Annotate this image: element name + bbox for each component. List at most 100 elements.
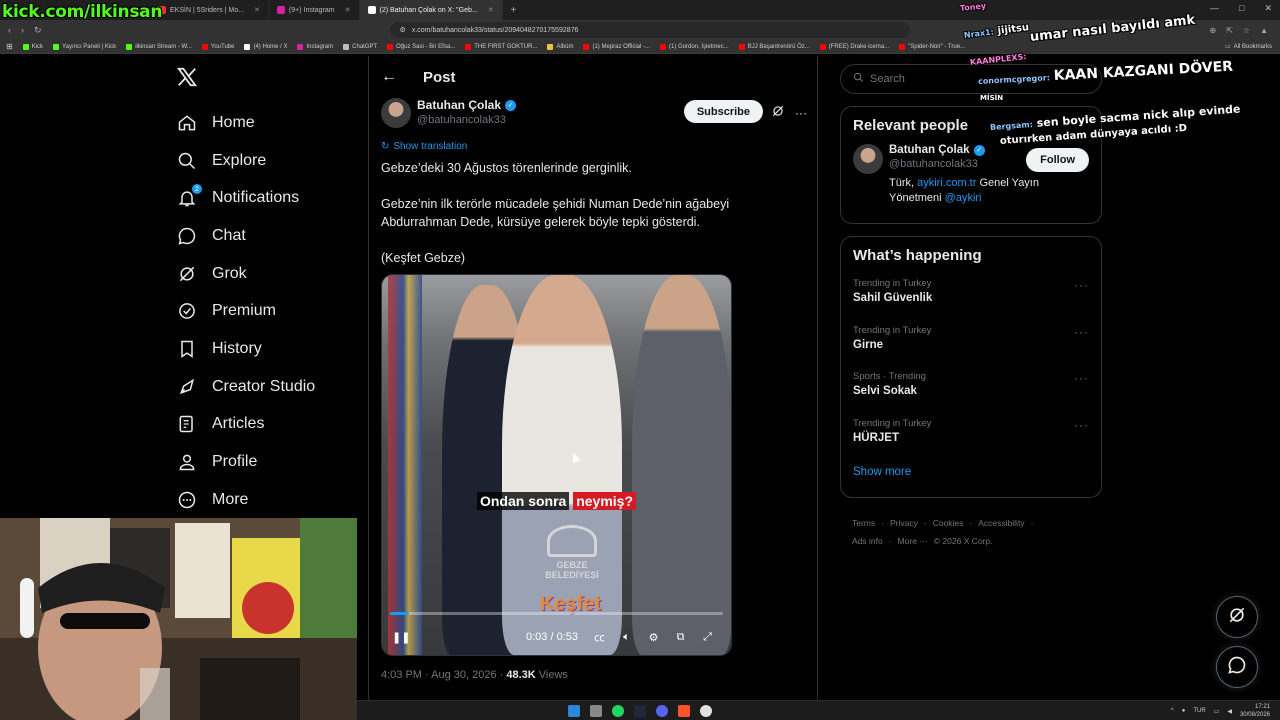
bookmark-item[interactable]: Oğuz Sasi - Bir Efsa... (387, 43, 455, 50)
bio-mention-link[interactable]: @aykiri (945, 192, 982, 204)
author-handle[interactable]: @batuhancolak33 (417, 114, 516, 126)
bookmark-item[interactable]: (1) Gordon, İşletmec... (660, 43, 729, 50)
bookmark-item[interactable]: YouTube (201, 43, 234, 50)
chat-fab-button[interactable] (1216, 646, 1258, 688)
brave-browser-icon[interactable] (678, 704, 690, 717)
network-icon[interactable]: ▭ (1214, 708, 1220, 715)
grok-icon[interactable] (771, 104, 785, 121)
close-icon[interactable]: ✕ (345, 6, 351, 14)
forward-icon[interactable]: › (21, 25, 24, 36)
volume-icon[interactable]: 🔈︎ (613, 631, 640, 644)
back-icon[interactable]: ‹ (8, 25, 11, 36)
close-icon[interactable]: ✕ (254, 6, 260, 14)
nav-item-premium[interactable]: Premium (176, 292, 315, 330)
video-player[interactable]: GEBZE BELEDİYESİ Keşfet Ondan sonra neym… (381, 274, 732, 656)
bookmark-item[interactable]: BJJ Başantrenörü Öz... (738, 43, 810, 50)
show-translation-link[interactable]: ↻ Show translation (381, 141, 467, 152)
reload-icon[interactable]: ↻ (34, 25, 42, 36)
more-options-icon[interactable]: ··· (1074, 371, 1089, 385)
more-options-icon[interactable]: ··· (1074, 418, 1089, 432)
nav-item-notifications[interactable]: 2 Notifications (176, 179, 315, 217)
bookmark-item[interactable]: ilkinsan Stream - W... (126, 43, 192, 50)
tray-chevron-icon[interactable]: ^ (1171, 708, 1174, 714)
more-options-icon[interactable]: ··· (1074, 278, 1089, 292)
site-info-icon[interactable]: ⚙ (400, 26, 406, 34)
url-field[interactable]: ⚙ x.com/batuhancolak33/status/2094048270… (389, 22, 910, 38)
author-name[interactable]: Batuhan Çolak ✓ (417, 98, 517, 112)
trend-item[interactable]: Sports · Trending Selvi Sokak ··· (841, 369, 1101, 416)
apps-icon[interactable]: ⊞ (6, 42, 13, 51)
volume-icon[interactable]: ◀ (1227, 708, 1232, 715)
nav-item-more[interactable]: More (176, 481, 315, 519)
post-timestamp[interactable]: 4:03 PM · Aug 30, 2026 · (381, 669, 506, 681)
views-label: Views (535, 669, 568, 681)
nav-item-creator-studio[interactable]: Creator Studio (176, 368, 315, 406)
bookmark-item[interactable]: (FREE) Drake icema... (819, 43, 889, 50)
footer-link-accessibility[interactable]: Accessibility (978, 518, 1024, 528)
new-tab-icon[interactable]: + (503, 5, 525, 16)
bookmark-item[interactable]: ChatGPT (343, 43, 377, 50)
trend-item[interactable]: Trending in Turkey HÜRJET ··· (841, 416, 1101, 463)
trend-item[interactable]: Trending in Turkey Sahil Güvenlik ··· (841, 276, 1101, 323)
grok-fab-button[interactable] (1216, 596, 1258, 638)
bookmark-item[interactable]: THE FIRST GOKTUR... (465, 43, 537, 50)
clock[interactable]: 17:21 30/08/2026 (1240, 703, 1270, 719)
main-column: ← Post Batuhan Çolak ✓ @batuhancolak33 S… (368, 56, 818, 720)
search-icon (176, 150, 198, 172)
back-arrow-icon[interactable]: ← (381, 68, 411, 86)
browser-tab-active[interactable]: (2) Batuhan Çolak on X: "Geb... ✕ (359, 0, 503, 20)
nav-item-explore[interactable]: Explore (176, 142, 315, 180)
bookmark-favicon-icon (244, 43, 251, 50)
more-icon (176, 489, 198, 511)
nav-item-home[interactable]: Home (176, 104, 315, 142)
fullscreen-icon[interactable]: ⤢ (694, 631, 721, 644)
browser-tab[interactable]: (9+) Instagram ✕ (269, 0, 360, 20)
avatar[interactable] (853, 144, 883, 174)
footer-link-privacy[interactable]: Privacy (890, 518, 918, 528)
footer-link-cookies[interactable]: Cookies (933, 518, 964, 528)
x-logo-icon[interactable] (176, 66, 198, 88)
discord-icon[interactable] (656, 704, 668, 717)
video-time: 0:03 / 0:53 (526, 631, 578, 643)
language-indicator[interactable]: TUR (1193, 708, 1205, 714)
mic-icon[interactable]: ● (1182, 708, 1186, 714)
nav-item-history[interactable]: History (176, 330, 315, 368)
more-options-icon[interactable]: ··· (795, 106, 807, 120)
bookmark-item[interactable]: Albüm (547, 43, 573, 50)
pause-icon[interactable]: ❚❚ (392, 631, 410, 644)
tab-label: (9+) Instagram (288, 6, 335, 14)
pip-icon[interactable]: ⧉ (667, 631, 694, 644)
video-progress-bar[interactable] (390, 612, 723, 615)
close-icon[interactable]: ✕ (488, 6, 494, 14)
bookmark-favicon-icon (53, 43, 60, 50)
footer-link-ads-info[interactable]: Ads info (852, 536, 883, 546)
bookmark-item[interactable]: Kick (22, 43, 43, 50)
spotify-icon[interactable] (612, 704, 624, 717)
task-view-icon[interactable] (590, 704, 602, 717)
trend-item[interactable]: Trending in Turkey Girne ··· (841, 323, 1101, 370)
bookmark-item[interactable]: Instagram (297, 43, 333, 50)
show-more-link[interactable]: Show more (841, 462, 1101, 490)
nav-label: Premium (212, 302, 277, 320)
nav-item-profile[interactable]: Profile (176, 443, 315, 481)
footer-link-terms[interactable]: Terms (852, 518, 875, 528)
windows-start-icon[interactable] (568, 704, 580, 717)
bookmark-item[interactable]: Yayıncı Paneli | Kick (53, 43, 116, 50)
nav-item-grok[interactable]: Grok (176, 255, 315, 293)
nav-item-articles[interactable]: Articles (176, 406, 315, 444)
settings-icon[interactable]: ⚙ (640, 631, 667, 644)
bookmark-icon (176, 338, 198, 360)
bio-link[interactable]: aykiri.com.tr (917, 177, 976, 189)
stream-url-overlay: kick.com/ilkinsan (2, 2, 163, 22)
more-options-icon[interactable]: ··· (1074, 325, 1089, 339)
bookmark-item[interactable]: (4) Home / X (244, 43, 287, 50)
bookmark-item[interactable]: (1) Mepraz Official -... (583, 43, 650, 50)
avatar[interactable] (381, 98, 411, 128)
browser-tab[interactable]: EKSİN | 5Sriders | Mo... ✕ (150, 0, 269, 20)
steam-icon[interactable] (634, 704, 646, 717)
footer-link-more[interactable]: More ··· (898, 536, 928, 546)
subscribe-button[interactable]: Subscribe (683, 100, 763, 123)
captions-icon[interactable]: ㏄ (586, 629, 613, 645)
app-icon[interactable] (700, 704, 712, 717)
nav-item-chat[interactable]: Chat (176, 217, 315, 255)
